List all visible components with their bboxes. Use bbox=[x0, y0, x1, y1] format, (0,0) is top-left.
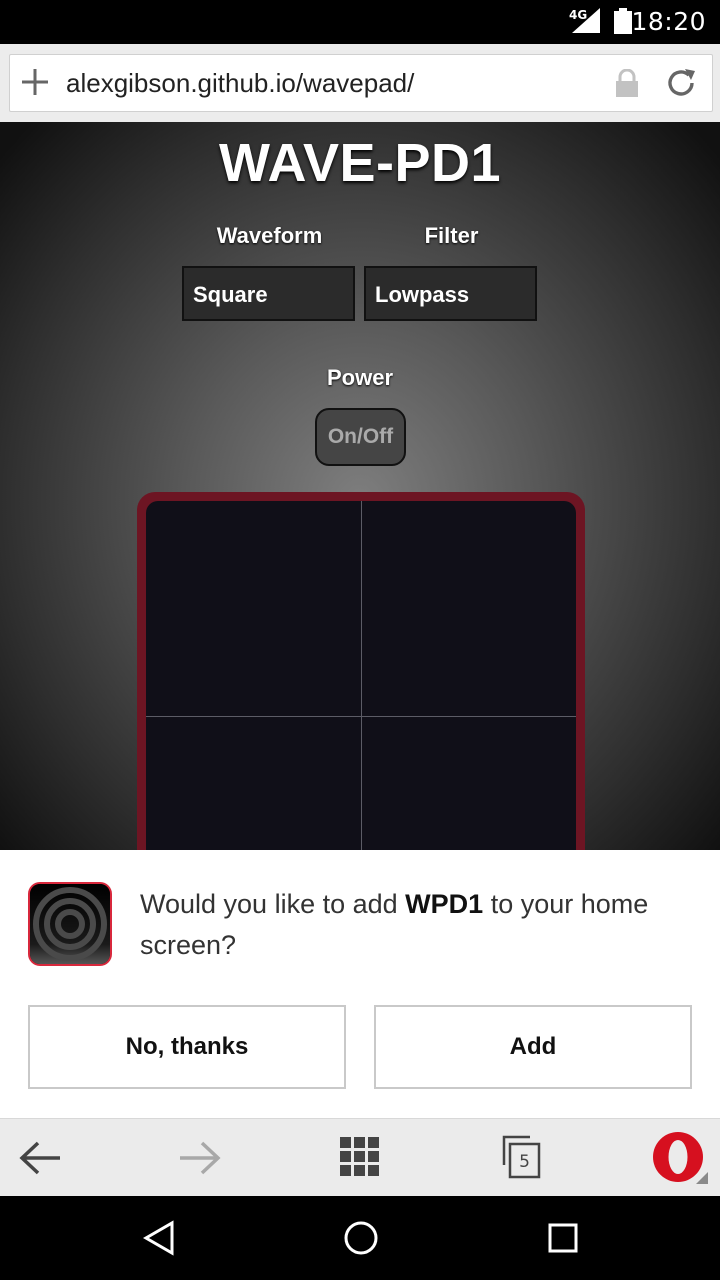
signal-icon bbox=[572, 8, 600, 33]
address-bar: alexgibson.github.io/wavepad/ bbox=[0, 44, 720, 122]
filter-label: Filter bbox=[424, 223, 479, 248]
add-to-home-prompt: Would you like to add WPD1 to your home … bbox=[0, 850, 720, 1118]
target-rings-icon bbox=[30, 884, 110, 964]
no-thanks-button[interactable]: No, thanks bbox=[28, 1005, 346, 1089]
power-label: Power bbox=[326, 365, 394, 390]
tabs-icon[interactable]: 5 bbox=[500, 1135, 542, 1179]
reload-icon[interactable] bbox=[664, 66, 698, 100]
forward-arrow-icon[interactable] bbox=[178, 1139, 222, 1177]
prompt-message: Would you like to add WPD1 to your home … bbox=[140, 884, 700, 966]
waveform-select[interactable]: Square bbox=[182, 266, 355, 321]
lock-icon bbox=[616, 69, 638, 97]
nav-home-icon[interactable] bbox=[343, 1220, 379, 1256]
pad-horizontal-line bbox=[146, 716, 576, 717]
nav-recents-icon[interactable] bbox=[547, 1222, 579, 1254]
plus-icon[interactable] bbox=[20, 67, 50, 97]
url-text[interactable]: alexgibson.github.io/wavepad/ bbox=[66, 68, 414, 99]
xy-pad[interactable] bbox=[146, 501, 576, 850]
filter-select[interactable]: Lowpass bbox=[364, 266, 537, 321]
browser-toolbar: 5 bbox=[0, 1118, 720, 1196]
app-icon bbox=[28, 882, 112, 966]
battery-icon bbox=[614, 8, 632, 34]
add-button[interactable]: Add bbox=[374, 1005, 692, 1089]
status-bar: 4G 18:20 bbox=[0, 0, 720, 44]
url-field-container[interactable]: alexgibson.github.io/wavepad/ bbox=[9, 54, 713, 112]
pad-vertical-line bbox=[361, 501, 362, 850]
android-nav-bar bbox=[0, 1196, 720, 1280]
waveform-label: Waveform bbox=[216, 223, 323, 248]
page-title: WAVE-PD1 bbox=[218, 133, 502, 193]
xy-pad-frame bbox=[137, 492, 585, 850]
opera-menu-icon[interactable] bbox=[652, 1131, 708, 1185]
prompt-text-before: Would you like to add bbox=[140, 889, 406, 919]
web-content: WAVE-PD1 Waveform Filter Square Lowpass … bbox=[0, 122, 720, 850]
nav-back-icon[interactable] bbox=[142, 1220, 176, 1256]
power-toggle-button[interactable]: On/Off bbox=[315, 408, 406, 466]
speed-dial-grid-icon[interactable] bbox=[340, 1137, 380, 1177]
back-arrow-icon[interactable] bbox=[18, 1139, 62, 1177]
tab-count: 5 bbox=[519, 1152, 530, 1172]
clock: 18:20 bbox=[631, 7, 706, 36]
prompt-app-name: WPD1 bbox=[405, 889, 484, 919]
